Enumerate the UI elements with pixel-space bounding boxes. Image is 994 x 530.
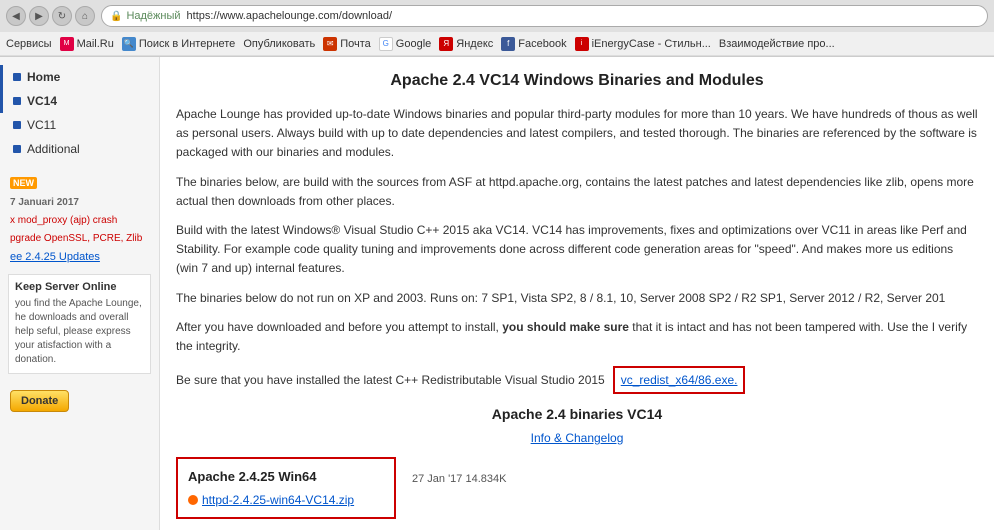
sidebar-home-label: Home (27, 70, 60, 84)
vc11-dot (13, 121, 21, 129)
bookmark-label: Яндекс (456, 38, 493, 50)
bookmark-label: Сервисы (6, 38, 52, 50)
bookmark-label: Facebook (518, 38, 566, 50)
lock-icon: 🔒 (110, 11, 122, 22)
back-button[interactable]: ◀ (6, 6, 26, 26)
bookmark-yandex[interactable]: Я Яндекс (439, 37, 493, 51)
paragraph-2: The binaries below, are build with the s… (176, 173, 978, 211)
sidebar-news-2: pgrade OpenSSL, PCRE, Zlib (0, 230, 159, 248)
bookmark-label: Опубликовать (243, 38, 315, 50)
sidebar-additional-label: Additional (27, 142, 80, 156)
secure-label: Надёжный (126, 10, 180, 22)
win64-link[interactable]: httpd-2.4.25-win64-VC14.zip (202, 491, 354, 509)
keep-online-text: you find the Apache Lounge, he downloads… (15, 297, 144, 367)
bookmark-services[interactable]: Сервисы (6, 38, 52, 50)
home-dot (13, 73, 21, 81)
browser-chrome: ◀ ▶ ↻ ⌂ 🔒 Надёжный https://www.apachelou… (0, 0, 994, 57)
sidebar-update-link[interactable]: ee 2.4.25 Updates (0, 248, 159, 266)
mailru-icon: M (60, 37, 74, 51)
page-title: Apache 2.4 VC14 Windows Binaries and Mod… (176, 69, 978, 93)
bookmark-publish[interactable]: Опубликовать (243, 38, 315, 50)
redist-box: vc_redist_x64/86.exe. (613, 366, 746, 394)
bookmark-label: Mail.Ru (77, 38, 114, 50)
changelog-anchor[interactable]: Info & Changelog (531, 431, 624, 445)
forward-button[interactable]: ▶ (29, 6, 49, 26)
sidebar-vc11-label: VC11 (27, 118, 56, 132)
bookmark-search[interactable]: 🔍 Поиск в Интернете (122, 37, 235, 51)
ienergy-icon: i (575, 37, 589, 51)
sidebar-item-home[interactable]: Home (0, 65, 159, 89)
win64-meta: 27 Jan '17 14.834K (412, 471, 506, 488)
paragraph-4: The binaries below do not run on XP and … (176, 289, 978, 308)
win64-title: Apache 2.4.25 Win64 (188, 467, 384, 487)
paragraph-1: Apache Lounge has provided up-to-date Wi… (176, 105, 978, 163)
yandex-icon: Я (439, 37, 453, 51)
sidebar-item-vc14[interactable]: VC14 (0, 89, 159, 113)
url-text: https://www.apachelounge.com/download/ (187, 10, 392, 22)
bookmark-label: Google (396, 38, 431, 50)
main-content: Apache 2.4 VC14 Windows Binaries and Mod… (160, 57, 994, 530)
home-button[interactable]: ⌂ (75, 6, 95, 26)
sidebar-news-1: x mod_proxy (ajp) crash (0, 212, 159, 230)
browser-toolbar: ◀ ▶ ↻ ⌂ 🔒 Надёжный https://www.apachelou… (0, 0, 994, 32)
mail-icon: ✉ (323, 37, 337, 51)
donate-button[interactable]: Donate (10, 390, 69, 412)
nav-buttons: ◀ ▶ ↻ ⌂ (6, 6, 95, 26)
binaries-title: Apache 2.4 binaries VC14 (176, 404, 978, 425)
bookmark-label: Взаимодействие про... (719, 38, 835, 50)
refresh-button[interactable]: ↻ (52, 6, 72, 26)
changelog-link[interactable]: Info & Changelog (176, 429, 978, 447)
bookmark-ienergy[interactable]: i iEnergyCase - Стильн... (575, 37, 711, 51)
bookmark-label: Почта (340, 38, 371, 50)
sidebar-item-vc11[interactable]: VC11 (0, 113, 159, 137)
bookmark-label: Поиск в Интернете (139, 38, 235, 50)
facebook-icon: f (501, 37, 515, 51)
sidebar-date: 7 Januari 2017 (0, 193, 159, 212)
google-icon: G (379, 37, 393, 51)
bookmark-interaction[interactable]: Взаимодействие про... (719, 38, 835, 50)
page-layout: Home VC14 VC11 Additional NEW 7 Januari … (0, 57, 994, 530)
sidebar: Home VC14 VC11 Additional NEW 7 Januari … (0, 57, 160, 530)
search-icon: 🔍 (122, 37, 136, 51)
bookmarks-bar: Сервисы M Mail.Ru 🔍 Поиск в Интернете Оп… (0, 32, 994, 56)
paragraph-5: After you have downloaded and before you… (176, 318, 978, 356)
paragraph-3: Build with the latest Windows® Visual St… (176, 221, 978, 279)
sidebar-donate-box: Keep Server Online you find the Apache L… (8, 274, 151, 374)
redist-prefix: Be sure that you have installed the late… (176, 371, 605, 389)
keep-online-title: Keep Server Online (15, 281, 144, 293)
win64-row: Apache 2.4.25 Win64 httpd-2.4.25-win64-V… (176, 457, 978, 527)
redist-line: Be sure that you have installed the late… (176, 366, 978, 394)
bookmark-label: iEnergyCase - Стильн... (592, 38, 711, 50)
redist-link[interactable]: vc_redist_x64/86.exe. (621, 373, 738, 387)
vc14-dot (13, 97, 21, 105)
sidebar-vc14-label: VC14 (27, 94, 57, 108)
bookmark-mail[interactable]: ✉ Почта (323, 37, 371, 51)
win64-box: Apache 2.4.25 Win64 httpd-2.4.25-win64-V… (176, 457, 396, 519)
sidebar-item-additional[interactable]: Additional (0, 137, 159, 161)
win64-dot (188, 495, 198, 505)
address-bar[interactable]: 🔒 Надёжный https://www.apachelounge.com/… (101, 5, 988, 27)
bookmark-google[interactable]: G Google (379, 37, 431, 51)
new-badge: NEW (10, 177, 37, 189)
bookmark-facebook[interactable]: f Facebook (501, 37, 566, 51)
bookmark-mailru[interactable]: M Mail.Ru (60, 37, 114, 51)
win64-link-row: httpd-2.4.25-win64-VC14.zip (188, 491, 384, 509)
additional-dot (13, 145, 21, 153)
